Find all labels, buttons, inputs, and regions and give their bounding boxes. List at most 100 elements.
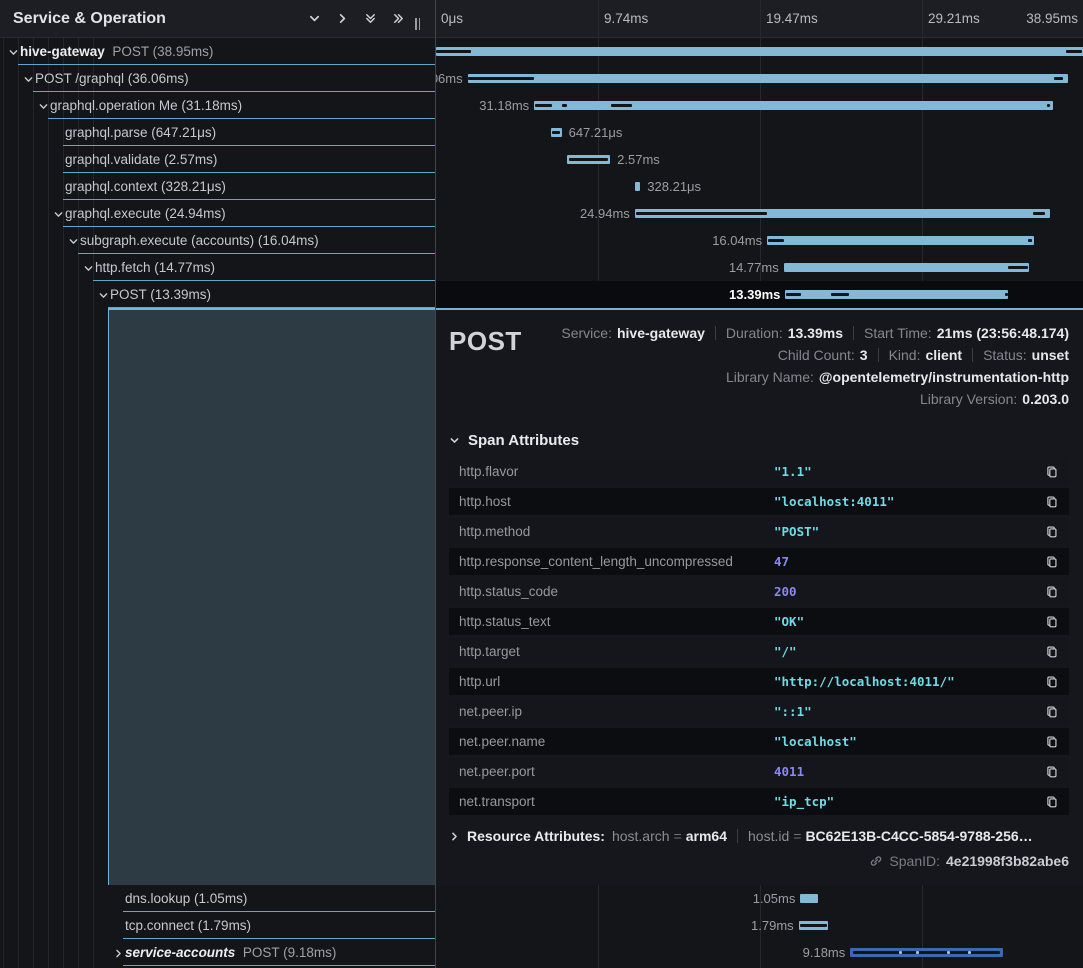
attribute-key: http.target [459,644,774,659]
span-attributes-header[interactable]: Span Attributes [449,432,1069,449]
resource-attribute-pairs: host.arch=arm64host.id=BC62E13B-C4CC-585… [612,828,1033,844]
span-bar[interactable] [785,290,1008,299]
duration-label: 9.18ms [803,939,846,966]
attribute-key: http.response_content_length_uncompresse… [459,554,774,569]
resource-attributes-label: Resource Attributes: [467,828,605,844]
duration-label: 36.06ms [436,65,463,92]
span-row[interactable]: http.fetch (14.77ms) [0,254,435,281]
span-label: graphql.operation Me (31.18ms) [50,98,242,113]
waterfall-row[interactable]: 9.18ms [436,939,1083,966]
span-row[interactable]: graphql.parse (647.21μs) [0,119,435,146]
chevron-down-icon[interactable] [6,47,20,58]
chevron-down-icon[interactable] [96,290,110,301]
child-span-dot [916,951,919,954]
span-label: POST (38.95ms) [112,44,213,59]
span-bar[interactable] [784,263,1030,272]
child-span-mark [569,158,608,161]
span-row[interactable]: tcp.connect (1.79ms) [0,912,435,939]
span-label: subgraph.execute (accounts) (16.04ms) [80,233,319,248]
span-row[interactable]: POST /graphql (36.06ms) [0,65,435,92]
waterfall-row[interactable]: 1.05ms [436,885,1083,912]
duration-label: 2.57ms [617,146,660,173]
chevron-down-icon[interactable] [21,74,35,85]
span-row[interactable]: graphql.validate (2.57ms) [0,146,435,173]
chevron-down-icon [449,435,460,446]
span-row[interactable]: graphql.context (328.21μs) [0,173,435,200]
chevron-down-icon[interactable] [51,209,65,220]
attribute-value: 47 [774,554,789,569]
waterfall-row[interactable]: 1.79ms [436,912,1083,939]
copy-icon[interactable] [1045,525,1059,539]
equals-sign: = [793,828,801,844]
copy-icon[interactable] [1045,765,1059,779]
span-row[interactable]: hive-gateway POST (38.95ms) [0,38,435,65]
resource-separator [737,829,738,843]
waterfall-row[interactable]: 14.77ms [436,254,1083,281]
chevron-right-icon[interactable] [111,948,125,959]
copy-icon[interactable] [1045,735,1059,749]
copy-icon[interactable] [1045,585,1059,599]
chevron-down-icon[interactable] [303,8,325,30]
waterfall-row[interactable]: 16.04ms [436,227,1083,254]
waterfall-row[interactable]: 13.39ms [436,281,1083,308]
waterfall-row[interactable]: 647.21μs [436,119,1083,146]
child-span-mark [562,104,567,107]
copy-icon[interactable] [1045,615,1059,629]
span-bar[interactable] [436,47,1083,56]
attribute-value: "ip_tcp" [774,794,834,809]
duration-label: 647.21μs [569,119,623,146]
span-row[interactable]: dns.lookup (1.05ms) [0,885,435,912]
span-meta: Service:hive-gatewayDuration:13.39msStar… [561,322,1069,410]
attribute-value: "http://localhost:4011/" [774,674,955,689]
span-bar[interactable] [468,74,1068,83]
chevron-down-icon[interactable] [66,236,80,247]
attribute-key: net.transport [459,794,774,809]
span-bar[interactable] [767,236,1034,245]
child-span-dot [899,951,902,954]
span-tree-rows: hive-gateway POST (38.95ms)POST /graphql… [0,38,435,308]
waterfall-row[interactable]: 328.21μs [436,173,1083,200]
duration-label: 1.79ms [751,912,794,939]
attribute-row: http.url"http://localhost:4011/" [449,668,1069,695]
waterfall-row[interactable] [436,38,1083,65]
waterfall-row[interactable]: 31.18ms [436,92,1083,119]
waterfall-row[interactable]: 36.06ms [436,65,1083,92]
meta-label: Status: [983,347,1027,363]
resource-value: arm64 [686,828,727,844]
span-row[interactable]: graphql.execute (24.94ms) [0,200,435,227]
copy-icon[interactable] [1045,555,1059,569]
span-label: tcp.connect (1.79ms) [125,918,251,933]
chevron-right-icon[interactable] [331,8,353,30]
copy-icon[interactable] [1045,645,1059,659]
span-row[interactable]: subgraph.execute (accounts) (16.04ms) [0,227,435,254]
copy-icon[interactable] [1045,795,1059,809]
double-chevron-right-icon[interactable] [387,8,409,30]
chevron-down-icon[interactable] [81,263,95,274]
resource-attributes-row[interactable]: Resource Attributes: host.arch=arm64host… [449,828,1069,844]
span-bar[interactable] [800,894,817,903]
span-row[interactable]: graphql.operation Me (31.18ms) [0,92,435,119]
span-row[interactable]: service-accounts POST (9.18ms) [0,939,435,966]
child-span-mark [853,951,1000,954]
chevron-down-icon[interactable] [36,101,50,112]
double-chevron-down-icon[interactable] [359,8,381,30]
span-tree-rows-bottom: dns.lookup (1.05ms) tcp.connect (1.79ms) s… [0,885,435,966]
attribute-key: http.status_code [459,584,774,599]
attribute-key: http.status_text [459,614,774,629]
span-label: graphql.execute (24.94ms) [65,206,226,221]
span-label: POST (13.39ms) [110,287,211,302]
child-span-mark [786,293,801,296]
child-span-dot [947,951,950,954]
waterfall-row[interactable]: 2.57ms [436,146,1083,173]
copy-icon[interactable] [1045,465,1059,479]
copy-icon[interactable] [1045,705,1059,719]
resize-grip[interactable] [415,18,423,30]
copy-icon[interactable] [1045,675,1059,689]
span-bar[interactable] [635,182,640,191]
link-icon[interactable] [869,854,883,868]
waterfall-row[interactable]: 24.94ms [436,200,1083,227]
timeline-panel: 0μs9.74ms19.47ms29.21ms38.95ms 36.06ms31… [435,0,1083,968]
span-row[interactable]: POST (13.39ms) [0,281,435,308]
copy-icon[interactable] [1045,495,1059,509]
child-span-mark [1028,239,1032,242]
